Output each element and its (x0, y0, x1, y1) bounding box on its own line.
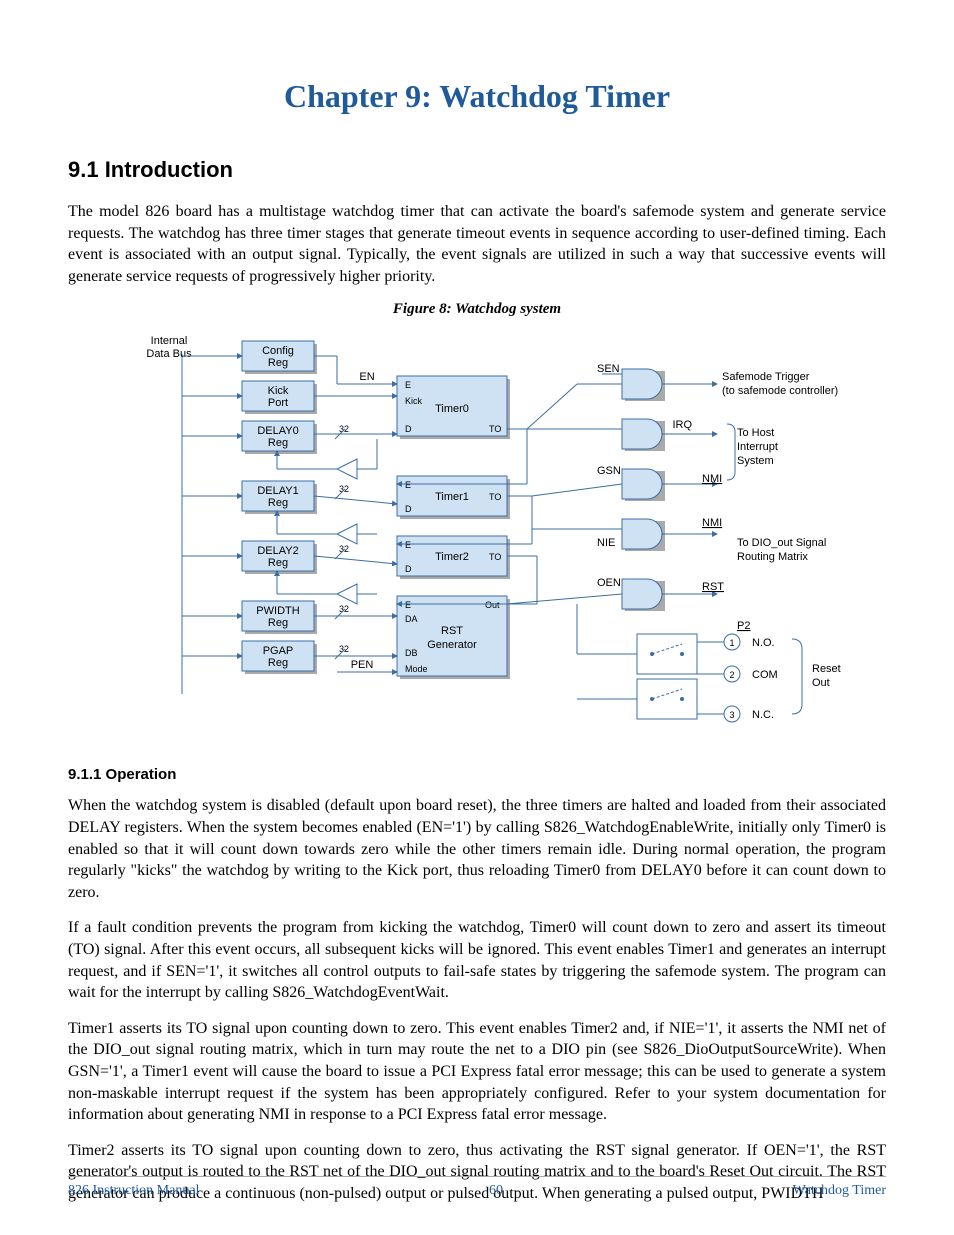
en-label: EN (359, 371, 374, 383)
timer2: Timer2 (435, 551, 469, 563)
svg-text:OEN: OEN (597, 577, 621, 589)
svg-text:GSN: GSN (597, 465, 621, 477)
bus-label: Internal (151, 335, 188, 347)
svg-text:TO: TO (489, 492, 501, 502)
dio-label: To DIO_out Signal (737, 537, 826, 549)
delay0-reg: DELAY0 (257, 425, 298, 437)
svg-text:Reg: Reg (268, 557, 288, 569)
delay2-reg: DELAY2 (257, 545, 298, 557)
svg-text:Interrupt: Interrupt (737, 441, 778, 453)
svg-text:Reg: Reg (268, 617, 288, 629)
svg-text:D: D (405, 424, 412, 434)
svg-text:2: 2 (729, 670, 734, 680)
safemode-label: Safemode Trigger (722, 371, 810, 383)
svg-text:Reg: Reg (268, 657, 288, 669)
svg-text:Reset: Reset (812, 663, 841, 675)
svg-text:Port: Port (268, 397, 288, 409)
svg-text:Generator: Generator (427, 639, 477, 651)
intro-paragraph: The model 826 board has a multistage wat… (68, 201, 886, 287)
svg-text:NIE: NIE (597, 537, 615, 549)
and-gate-nmi1: GSN NMI (532, 465, 722, 501)
svg-text:1: 1 (729, 638, 734, 648)
operation-p2: If a fault condition prevents the progra… (68, 917, 886, 1003)
svg-text:RST: RST (702, 581, 724, 593)
svg-text:TO: TO (489, 552, 501, 562)
rst-gen: RST (441, 625, 463, 637)
svg-text:D: D (405, 504, 412, 514)
footer-center: 60 (489, 1183, 503, 1199)
svg-text:D: D (405, 564, 412, 574)
reset-out-connector: P2 1 2 3 N.O. COM N.C. Reset Out (577, 604, 841, 722)
svg-text:TO: TO (489, 424, 501, 434)
and-gate-rst: OEN RST (507, 577, 724, 611)
svg-text:E: E (405, 540, 411, 550)
svg-text:Reg: Reg (268, 497, 288, 509)
svg-text:Reg: Reg (268, 357, 288, 369)
bus-width-32: 32 32 32 32 32 (335, 424, 349, 659)
svg-text:DA: DA (405, 614, 418, 624)
timer1: Timer1 (435, 491, 469, 503)
svg-text:Kick: Kick (405, 396, 423, 406)
svg-text:COM: COM (752, 669, 778, 681)
footer-left: 826 Instruction Manual (68, 1183, 199, 1199)
operation-p3: Timer1 asserts its TO signal upon counti… (68, 1018, 886, 1126)
svg-text:(to safemode controller): (to safemode controller) (722, 385, 838, 397)
kick-port: Kick (268, 385, 289, 397)
sen-signal: SEN (597, 363, 620, 375)
watchdog-diagram: Internal Data Bus Config Reg Kick Port D… (77, 324, 877, 744)
page-footer: 826 Instruction Manual 60 Watchdog Timer (68, 1176, 886, 1199)
and-gate-nmi2: NIE NMI To DIO_out Signal Routing Matrix (532, 517, 826, 563)
svg-text:N.O.: N.O. (752, 637, 775, 649)
svg-text:P2: P2 (737, 620, 750, 632)
delay1-reg: DELAY1 (257, 485, 298, 497)
svg-text:32: 32 (339, 424, 349, 434)
operation-p1: When the watchdog system is disabled (de… (68, 795, 886, 903)
pgap-reg: PGAP (263, 645, 294, 657)
host-label: To Host (737, 427, 774, 439)
footer-right: Watchdog Timer (793, 1183, 886, 1199)
svg-text:Mode: Mode (405, 664, 428, 674)
svg-text:Reg: Reg (268, 437, 288, 449)
svg-text:32: 32 (339, 544, 349, 554)
section-heading: 9.1 Introduction (68, 157, 886, 183)
bus-label2: Data Bus (146, 348, 192, 360)
svg-text:3: 3 (729, 710, 734, 720)
pen-label: PEN (351, 659, 374, 671)
svg-text:DB: DB (405, 648, 418, 658)
svg-text:Out: Out (485, 600, 500, 610)
svg-text:E: E (405, 600, 411, 610)
svg-text:NMI: NMI (702, 473, 722, 485)
svg-text:E: E (405, 480, 411, 490)
timer0: Timer0 (435, 403, 469, 415)
svg-text:NMI: NMI (702, 517, 722, 529)
config-reg: Config (262, 345, 294, 357)
svg-text:32: 32 (339, 604, 349, 614)
svg-text:E: E (405, 380, 411, 390)
svg-text:System: System (737, 455, 774, 467)
svg-text:Out: Out (812, 677, 830, 689)
svg-text:IRQ: IRQ (672, 419, 692, 431)
svg-text:32: 32 (339, 484, 349, 494)
and-gate-irq: IRQ To Host Interrupt System (527, 419, 778, 467)
svg-text:Routing Matrix: Routing Matrix (737, 551, 808, 563)
figure-caption: Figure 8: Watchdog system (68, 301, 886, 318)
subsection-heading: 9.1.1 Operation (68, 766, 886, 783)
pwidth-reg: PWIDTH (256, 605, 299, 617)
svg-text:N.C.: N.C. (752, 709, 774, 721)
chapter-title: Chapter 9: Watchdog Timer (68, 78, 886, 115)
svg-text:32: 32 (339, 644, 349, 654)
